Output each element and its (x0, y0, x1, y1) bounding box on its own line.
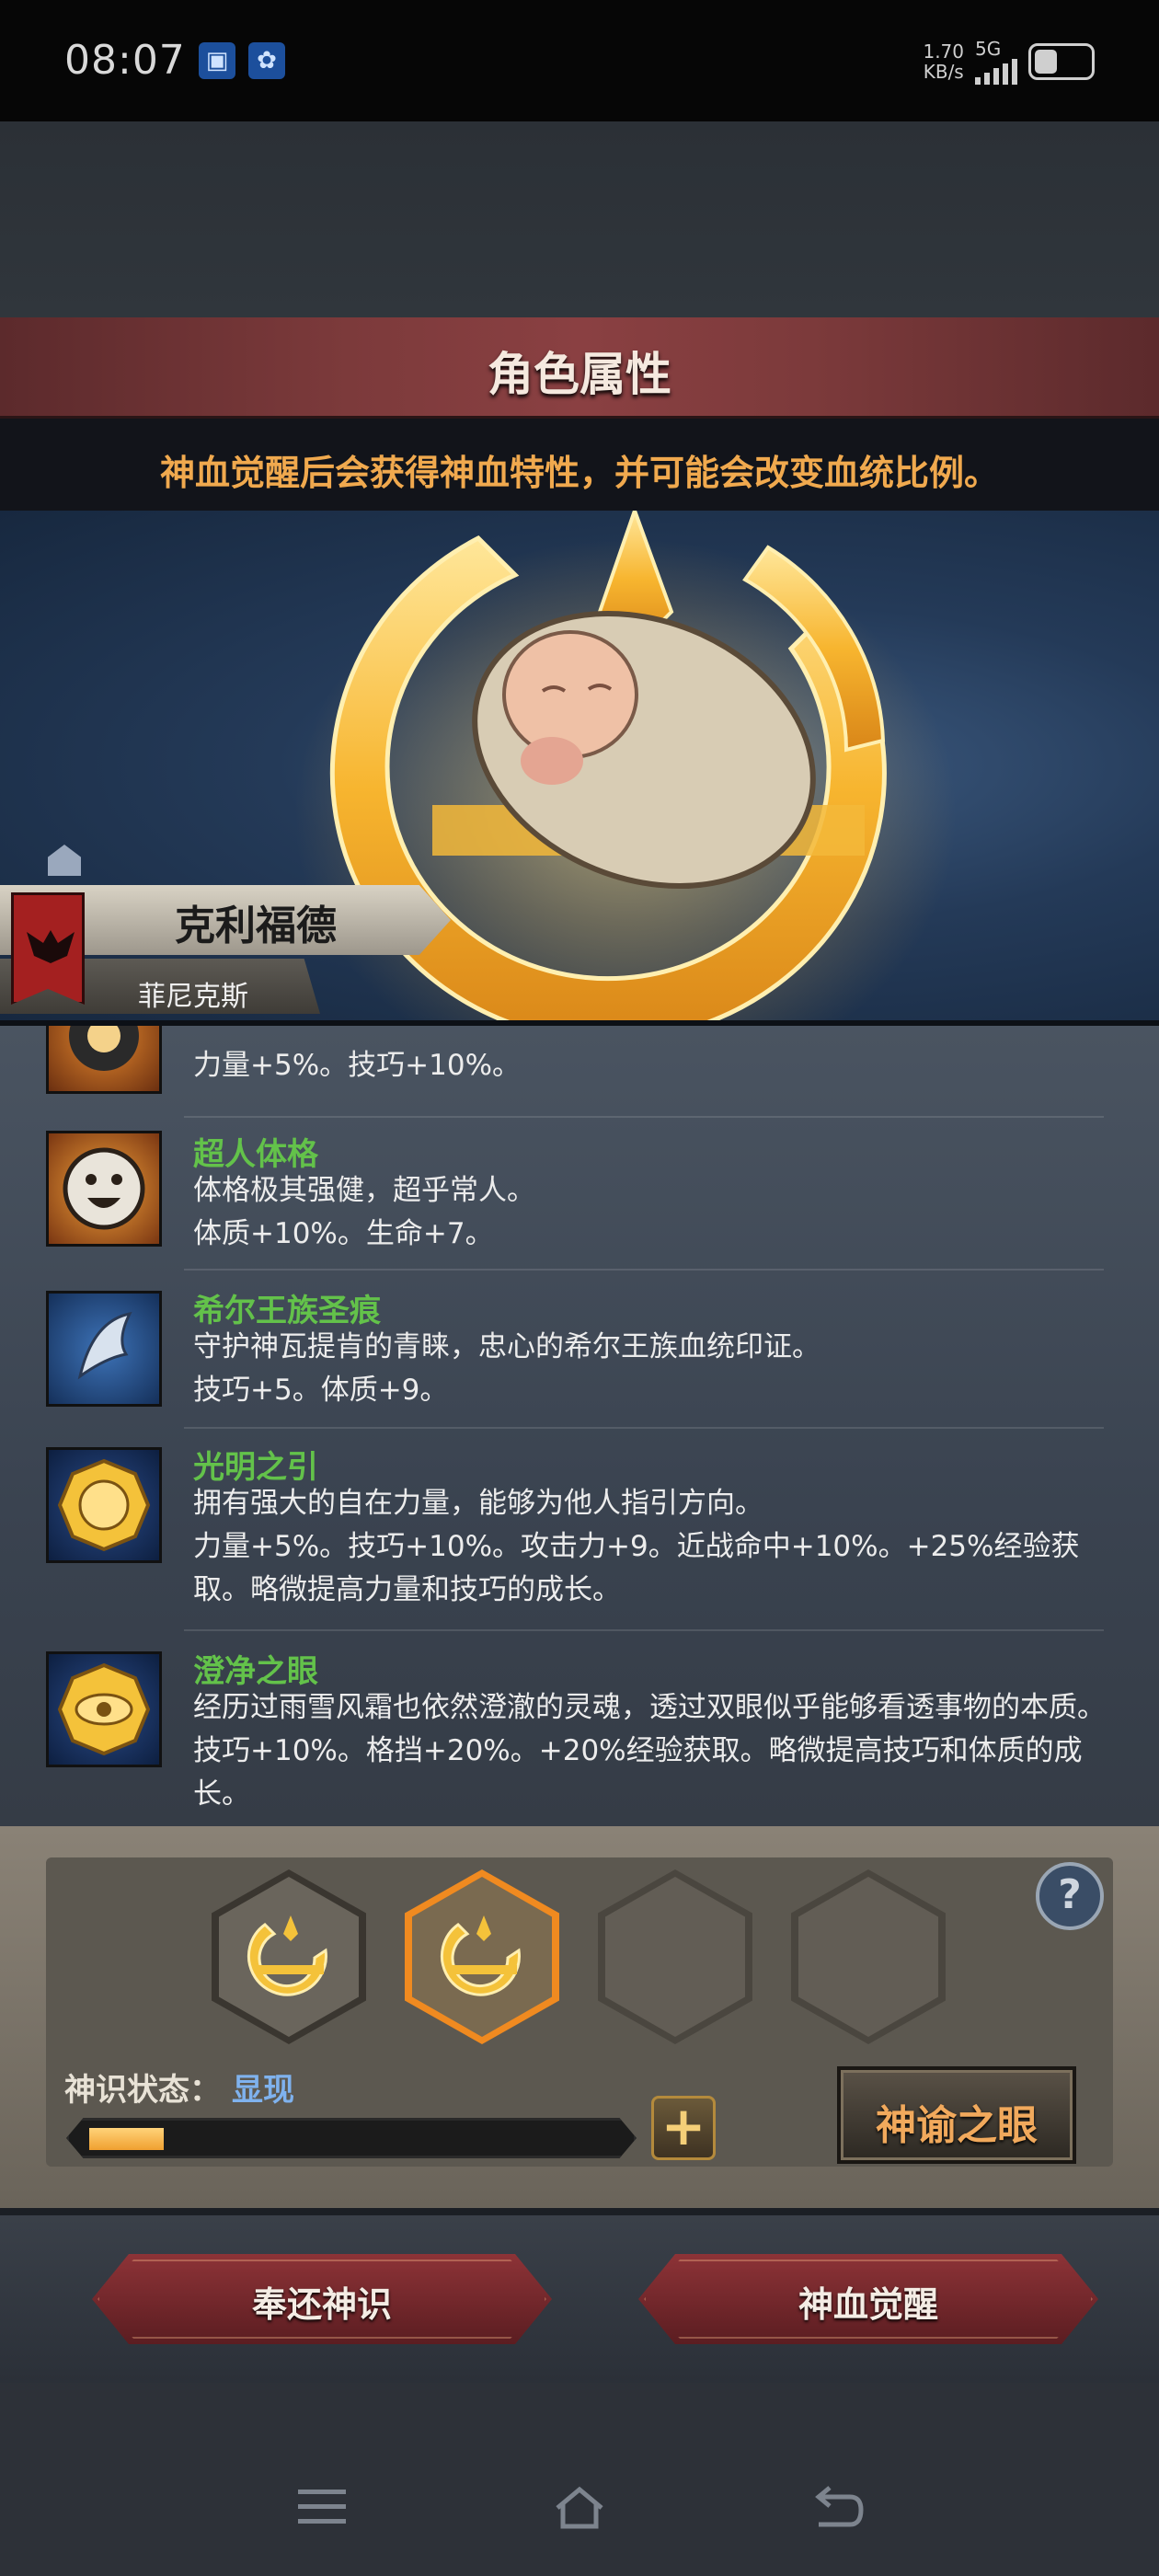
title-band: 角色属性 (0, 317, 1159, 419)
trait-desc-line: 取。略微提高力量和技巧的成长。 (193, 1573, 621, 1606)
network-speed: 1.70 KB/s (923, 41, 964, 82)
divider (184, 1116, 1104, 1118)
back-icon[interactable] (809, 2484, 865, 2530)
trait-name: 光明之引 (193, 1449, 318, 1486)
divine-status-label: 神识状态： (64, 2072, 221, 2109)
divider (184, 1427, 1104, 1429)
golden-sun-medallion-icon (46, 1447, 162, 1563)
trait-name: 超人体格 (193, 1136, 318, 1173)
divine-awaken-label: 神血觉醒 (798, 2284, 938, 2325)
signal-icon (975, 59, 1017, 85)
return-divine-button[interactable]: 奉还神识 (92, 2254, 552, 2344)
oracle-eye-label: 神谕之眼 (876, 2102, 1038, 2149)
signal-group: 5G (975, 39, 1017, 85)
status-time: 08:07 (64, 37, 186, 84)
eye-emblem-icon (46, 1026, 162, 1094)
trait-desc-line: 体质+10%。生命+7。 (193, 1217, 494, 1250)
progress-fill (89, 2128, 164, 2150)
home-icon[interactable] (552, 2484, 607, 2530)
battery-icon (1028, 43, 1095, 80)
trait-desc-line: 经历过雨雪风霜也依然澄澈的灵魂，透过双眼似乎能够看透事物的本质。 (193, 1691, 1106, 1724)
menu-icon[interactable] (294, 2484, 350, 2530)
trait-desc-line: 力量+5%。技巧+10%。 (193, 1049, 522, 1082)
status-bar: 08:07 ▣ ✿ 1.70 KB/s 5G (0, 0, 1159, 121)
speed-value: 1.70 (923, 40, 964, 63)
trait-list[interactable]: 力量+5%。技巧+10%。 超人体格 体格极其强健，超乎常人。 体质+10%。生… (0, 1026, 1159, 1826)
trait-desc-line: 技巧+5。体质+9。 (193, 1374, 449, 1407)
divine-status-value: 显现 (232, 2072, 294, 2109)
network-type: 5G (975, 38, 1002, 60)
royal-feather-icon (46, 1291, 162, 1407)
page-title: 角色属性 (488, 348, 671, 401)
house-banner-icon (11, 892, 85, 1005)
phoenix-icon (27, 930, 75, 963)
speed-unit: KB/s (923, 61, 964, 83)
character-name: 克利福德 (175, 903, 337, 949)
trait-name: 澄净之眼 (193, 1653, 318, 1690)
golden-eye-medallion-icon (46, 1651, 162, 1767)
trait-desc-line: 技巧+10%。格挡+20%。+20%经验获取。略微提高技巧和体质的成 (193, 1734, 1083, 1767)
notice-text: 神血觉醒后会获得神血特性，并可能会改变血统比例。 (159, 453, 999, 493)
divider (184, 1629, 1104, 1631)
trait-desc-line: 力量+5%。技巧+10%。攻击力+9。近战命中+10%。+25%经验获 (193, 1530, 1080, 1563)
help-button[interactable]: ? (1036, 1862, 1104, 1930)
oracle-eye-button[interactable]: 神谕之眼 (837, 2066, 1076, 2164)
trait-desc-line: 体格极其强健，超乎常人。 (193, 1174, 535, 1207)
divine-progress-bar (66, 2118, 637, 2158)
divine-crescent-icon (247, 1915, 327, 1996)
divine-awaken-button[interactable]: 神血觉醒 (638, 2254, 1098, 2344)
notice-bar: 神血觉醒后会获得神血特性，并可能会改变血统比例。 (0, 419, 1159, 511)
smiley-face-icon (46, 1131, 162, 1247)
add-button[interactable]: + (651, 2096, 716, 2160)
app-notification-icon: ▣ (199, 42, 235, 79)
trait-desc-line: 拥有强大的自在力量，能够为他人指引方向。 (193, 1487, 763, 1520)
background-top (0, 121, 1159, 319)
return-divine-label: 奉还神识 (251, 2284, 392, 2325)
status-indicators: 1.70 KB/s 5G (923, 39, 1095, 85)
paw-app-icon: ✿ (248, 42, 285, 79)
trait-name: 希尔王族圣痕 (193, 1293, 381, 1329)
trait-desc-line: 守护神瓦提肯的青睐，忠心的希尔王族血统印证。 (193, 1330, 820, 1363)
system-navbar (0, 2383, 1159, 2576)
divine-crescent-icon (441, 1915, 521, 1996)
trait-desc-line: 长。 (193, 1777, 250, 1811)
divider (184, 1269, 1104, 1271)
character-house: 菲尼克斯 (138, 981, 248, 1013)
